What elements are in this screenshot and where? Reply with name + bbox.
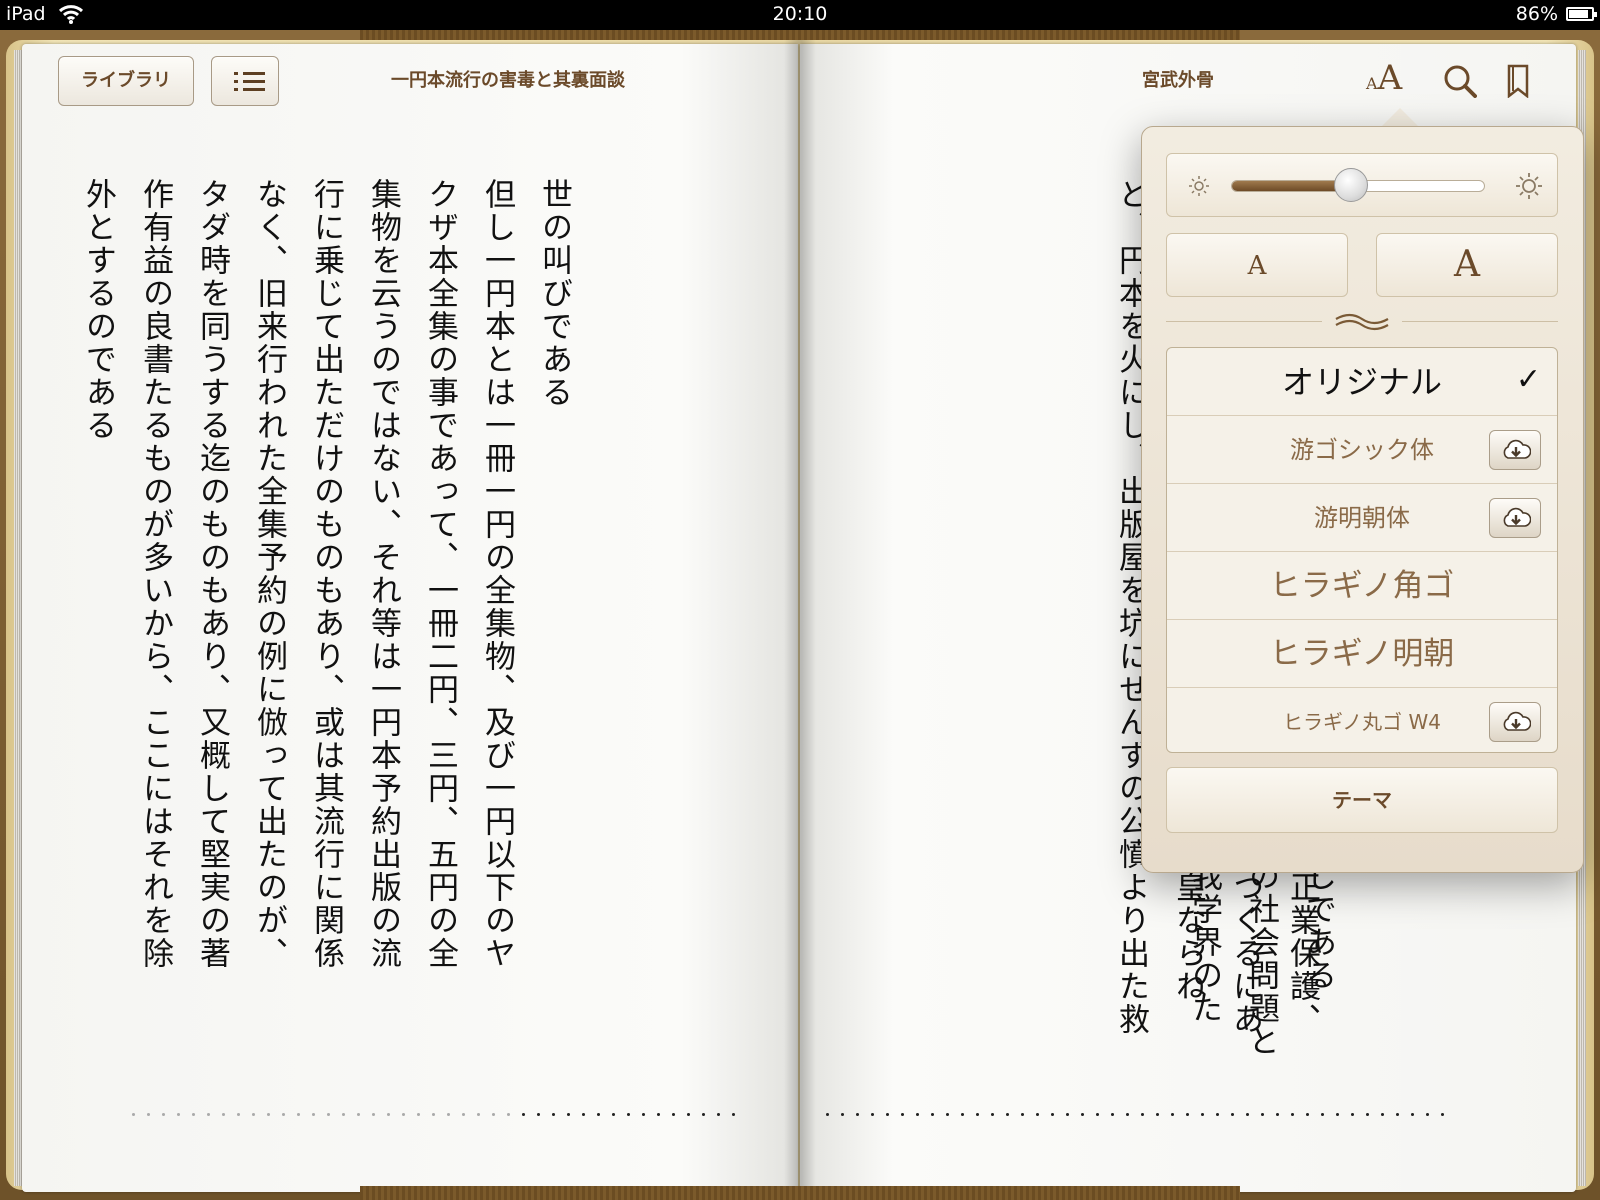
increase-font-size-button[interactable]: A xyxy=(1376,233,1558,297)
decrease-font-size-button[interactable]: A xyxy=(1166,233,1348,297)
page-scrubber-left[interactable] xyxy=(132,1104,747,1116)
font-option-yu-mincho[interactable]: 游明朝体 xyxy=(1167,484,1557,552)
brightness-high-icon xyxy=(1516,173,1542,199)
font-list: オリジナル ✓ 游ゴシック体 游明朝体 ヒラギノ角ゴ ヒラギノ明朝 ヒラギノ丸ゴ… xyxy=(1166,347,1558,753)
popover-arrow xyxy=(1380,108,1420,128)
text-column: なく、旧来行われた全集予約の例に倣って出たのが、 xyxy=(251,178,287,970)
brightness-low-icon xyxy=(1189,176,1209,196)
font-option-hiragino-maru-gothic[interactable]: ヒラギノ丸ゴ W4 xyxy=(1167,688,1557,752)
brightness-control xyxy=(1166,153,1558,217)
cloud-download-icon xyxy=(1503,439,1531,459)
search-icon[interactable] xyxy=(1443,64,1477,98)
book-spine xyxy=(784,40,816,1192)
page-scrubber-right[interactable] xyxy=(826,1104,1456,1116)
text-column: 世の叫びである xyxy=(536,178,572,409)
font-option-hiragino-kaku-gothic[interactable]: ヒラギノ角ゴ xyxy=(1167,552,1557,620)
font-name: ヒラギノ角ゴ xyxy=(1269,568,1455,604)
clock: 20:10 xyxy=(772,3,828,25)
font-settings-icon[interactable]: AA xyxy=(1366,58,1402,98)
text-column: タダ時を同うする迄のものもあり、又概して堅実の著 xyxy=(194,178,230,970)
table-of-contents-button[interactable] xyxy=(211,56,279,106)
brightness-slider-knob[interactable] xyxy=(1334,168,1369,202)
text-column: クザ本全集の事であって、一冊二円、三円、五円の全 xyxy=(422,178,458,970)
status-bar: iPad 20:10 86% xyxy=(0,0,1600,30)
font-option-original[interactable]: オリジナル ✓ xyxy=(1167,348,1557,416)
text-column: しである xyxy=(1300,860,1336,992)
cloud-download-icon xyxy=(1503,711,1531,731)
bookmark-icon[interactable] xyxy=(1507,64,1529,98)
text-column: 但し一円本とは一冊一円の全集物、及び一円以下のヤ xyxy=(479,178,515,970)
battery-icon xyxy=(1566,7,1597,21)
font-name: オリジナル xyxy=(1281,363,1442,401)
download-font-button[interactable] xyxy=(1489,498,1541,538)
text-column: 我学界のた xyxy=(1186,860,1222,1025)
text-column: 作有益の良書たるものが多いから、ここにはそれを除 xyxy=(137,178,173,970)
book-title: 一円本流行の害毒と其裏面談 xyxy=(391,70,625,91)
download-font-button[interactable] xyxy=(1489,702,1541,742)
page-stack-left xyxy=(14,50,22,1186)
font-option-hiragino-mincho[interactable]: ヒラギノ明朝 xyxy=(1167,620,1557,688)
theme-button[interactable]: テーマ xyxy=(1166,767,1558,833)
right-page-text-partial: しである の社会問題と 我学界のた xyxy=(1186,860,1346,1070)
author-name: 宮武外骨 xyxy=(1142,70,1214,91)
book-binding-bottom xyxy=(360,1186,1240,1200)
left-page-text: 世の叫びである 但し一円本とは一冊一円の全集物、及び一円以下のヤ クザ本全集の事… xyxy=(80,178,582,1068)
text-column: 集物を云うのではない、それ等は一円本予約出版の流 xyxy=(365,178,401,970)
text-column: 外とするのである xyxy=(80,178,116,442)
checkmark-icon: ✓ xyxy=(1515,362,1541,397)
download-font-button[interactable] xyxy=(1489,430,1541,470)
cloud-download-icon xyxy=(1503,507,1531,527)
font-option-yu-gothic[interactable]: 游ゴシック体 xyxy=(1167,416,1557,484)
text-column: 行に乗じて出ただけのものもあり、或は其流行に関係 xyxy=(308,178,344,970)
library-button[interactable]: ライブラリ xyxy=(58,56,194,106)
font-settings-popover: A A オリジナル ✓ 游ゴシック体 游明朝体 ヒラギノ角ゴ ヒラギノ明朝 ヒラ… xyxy=(1141,126,1584,873)
text-column: の社会問題と xyxy=(1243,860,1279,1058)
ornament-icon xyxy=(1335,313,1389,331)
font-name: ヒラギノ明朝 xyxy=(1269,636,1455,672)
brightness-slider[interactable] xyxy=(1231,168,1485,202)
battery-percent: 86% xyxy=(1515,3,1558,25)
ornament-divider xyxy=(1166,311,1558,333)
